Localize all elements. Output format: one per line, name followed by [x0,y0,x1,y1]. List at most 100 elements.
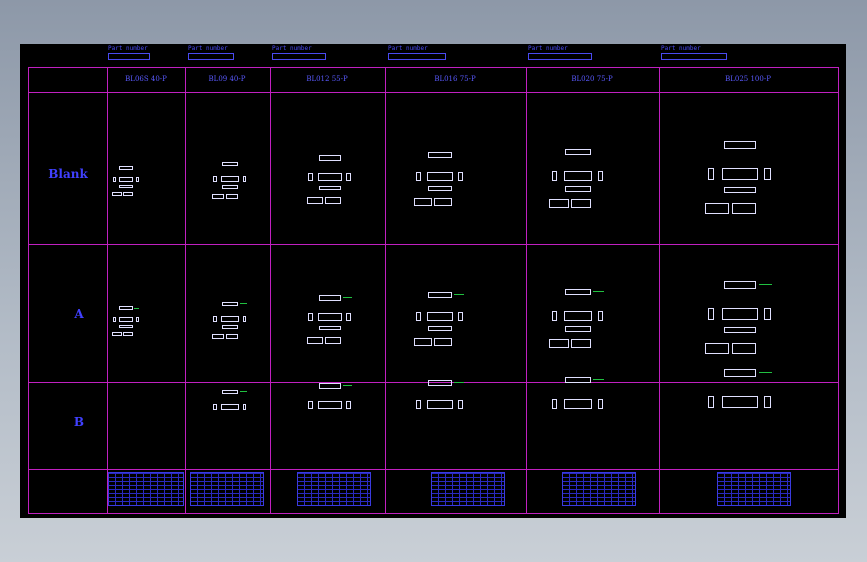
part-section-view [434,338,452,346]
part-bottom-view [723,326,757,334]
part-side-view [551,310,558,321]
part-side-view [213,403,217,410]
part-top-view [723,280,757,289]
column-title: BL06S 40-P [125,75,167,83]
part-side-view [551,398,558,409]
column-header-box [661,53,727,60]
part-section-view [225,333,239,340]
part-side-view [707,167,715,180]
part-top-view [221,161,239,166]
part-front-view [427,400,453,409]
column-header-label: Part number [528,45,568,52]
part-section-view [414,338,432,346]
part-front-view [220,175,240,182]
part-front-view [427,172,453,181]
part-side-view [416,312,421,321]
part-front-view [722,167,758,180]
grid-col4-line [385,67,386,514]
part-section-view [571,339,592,349]
part-top-view [564,376,592,384]
part-top-view [564,288,592,296]
part-top-view [723,140,757,149]
cad-drawing-canvas[interactable]: Part number Part number Part number Part nu… [20,44,846,518]
grid-col6-line [659,67,660,514]
row-title-b: B [73,415,85,429]
part-side-view [597,398,604,409]
grid-col5-line [526,67,527,514]
part-side-view [346,173,351,182]
part-side-view [112,177,116,183]
spec-table [108,472,184,506]
part-top-view [723,368,757,377]
part-side-view [346,401,351,410]
grid-col2-line [185,67,186,514]
part-side-view [308,173,313,182]
column-header-box [388,53,446,60]
part-top-view [119,306,133,310]
part-side-view [308,401,313,410]
part-side-view [308,313,313,322]
part-top-view [428,380,452,386]
part-section-view [571,199,592,209]
part-section-view [434,198,452,206]
part-bottom-view [564,326,592,332]
part-front-view [318,401,342,410]
column-title: BL09 40-P [208,75,246,83]
column-title: BL012 55-P [306,75,348,83]
part-front-view [220,403,240,410]
spec-table [431,472,505,506]
dimension-line [239,391,247,392]
grid-header-line [28,92,839,93]
part-side-view [416,400,421,409]
part-front-view [318,173,342,182]
dimension-line [593,379,605,380]
part-top-view [319,155,341,161]
part-side-view [551,170,558,181]
part-section-view [731,202,757,214]
grid-left-line [28,67,29,514]
dimension-line [342,385,352,386]
grid-bottom-line [28,513,839,514]
column-header-label: Part number [388,45,428,52]
part-section-view [704,202,730,214]
part-front-view [427,312,453,321]
dimension-line [454,294,464,295]
part-bottom-view [319,325,341,331]
column-header-label: Part number [108,45,148,52]
dimension-line [239,303,247,304]
part-section-view [414,198,432,206]
part-bottom-view [119,325,133,328]
part-side-view [416,172,421,181]
column-header-box [272,53,326,60]
part-side-view [135,317,139,323]
part-front-view [563,170,593,181]
part-side-view [242,315,247,322]
grid-col1-line [107,67,108,514]
part-side-view [597,170,604,181]
part-top-view [119,166,133,170]
part-side-view [707,395,715,408]
grid-top-line [28,67,839,68]
part-side-view [764,395,772,408]
part-side-view [707,307,715,320]
part-section-view [225,193,239,200]
part-side-view [213,175,217,182]
part-front-view [318,313,342,322]
part-top-view [428,152,452,158]
part-front-view [722,395,758,408]
part-top-view [428,292,452,298]
part-section-view [122,191,133,197]
grid-row1-line [28,244,839,245]
part-side-view [242,175,247,182]
column-header-label: Part number [272,45,312,52]
grid-right-line [838,67,839,514]
column-header-label: Part number [661,45,701,52]
part-section-view [111,191,122,197]
row-title-blank: Blank [48,167,88,181]
spec-table [717,472,791,506]
column-title: BL016 75-P [434,75,476,83]
part-section-view [704,342,730,354]
part-section-view [549,199,570,209]
dimension-line [758,371,773,373]
spec-table [297,472,371,506]
